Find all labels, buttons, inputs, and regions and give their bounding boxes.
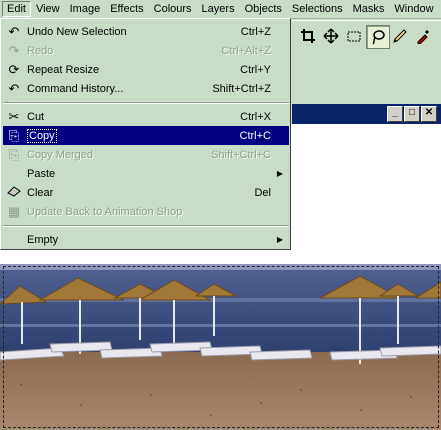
menu-objects[interactable]: Objects bbox=[240, 1, 287, 17]
undo-icon: ↶ bbox=[8, 23, 20, 39]
selection-icon[interactable] bbox=[343, 25, 365, 47]
menu-item-update-animation-shop: ▦ Update Back to Animation Shop bbox=[3, 202, 289, 221]
close-icon[interactable]: ✕ bbox=[421, 106, 437, 122]
menu-edit[interactable]: Edit bbox=[2, 1, 31, 17]
copy-icon: ⎘ bbox=[8, 127, 20, 143]
submenu-arrow-icon: ▶ bbox=[276, 235, 283, 244]
menu-item-command-history[interactable]: ↶ Command History... Shift+Ctrl+Z bbox=[3, 79, 289, 98]
menu-item-copy[interactable]: ⎘ Copy Ctrl+C bbox=[3, 126, 289, 145]
menu-item-copy-merged: ⎘ Copy Merged Shift+Ctrl+C bbox=[3, 145, 289, 164]
menu-item-paste[interactable]: Paste ▶ bbox=[3, 164, 289, 183]
copy-merged-icon: ⎘ bbox=[8, 146, 20, 162]
menu-item-empty[interactable]: Empty ▶ bbox=[3, 230, 289, 249]
tools-toolbar bbox=[292, 20, 441, 51]
menu-colours[interactable]: Colours bbox=[149, 1, 197, 17]
scissors-icon: ✂ bbox=[8, 108, 20, 124]
edit-menu-dropdown: ↶ Undo New Selection Ctrl+Z ↷ Redo Ctrl+… bbox=[0, 18, 291, 250]
animation-shop-icon: ▦ bbox=[7, 203, 21, 219]
pen-icon[interactable] bbox=[389, 25, 411, 47]
menu-item-repeat[interactable]: ⟳ Repeat Resize Ctrl+Y bbox=[3, 60, 289, 79]
repeat-icon: ⟳ bbox=[8, 61, 20, 77]
history-icon: ↶ bbox=[8, 80, 20, 96]
menu-view[interactable]: View bbox=[31, 1, 65, 17]
menu-masks[interactable]: Masks bbox=[348, 1, 390, 17]
menu-image[interactable]: Image bbox=[65, 1, 106, 17]
menu-layers[interactable]: Layers bbox=[197, 1, 240, 17]
crop-icon[interactable] bbox=[297, 25, 319, 47]
menu-item-cut[interactable]: ✂ Cut Ctrl+X bbox=[3, 107, 289, 126]
menu-item-undo[interactable]: ↶ Undo New Selection Ctrl+Z bbox=[3, 22, 289, 41]
menu-separator bbox=[3, 225, 289, 227]
dropper-icon[interactable] bbox=[412, 25, 434, 47]
eraser-icon bbox=[3, 185, 25, 200]
maximize-icon[interactable]: □ bbox=[404, 106, 420, 122]
menu-selections[interactable]: Selections bbox=[287, 1, 348, 17]
submenu-arrow-icon: ▶ bbox=[276, 169, 283, 178]
minimize-icon[interactable]: _ bbox=[387, 106, 403, 122]
freehand-icon[interactable] bbox=[366, 25, 390, 49]
menu-window[interactable]: Window bbox=[389, 1, 438, 17]
redo-icon: ↷ bbox=[8, 42, 20, 58]
move-icon[interactable] bbox=[320, 25, 342, 47]
menu-item-redo: ↷ Redo Ctrl+Alt+Z bbox=[3, 41, 289, 60]
menu-item-clear[interactable]: Clear Del bbox=[3, 183, 289, 202]
menu-effects[interactable]: Effects bbox=[105, 1, 148, 17]
image-window-titlebar: _ □ ✕ bbox=[292, 104, 441, 124]
menu-bar: Edit View Image Effects Colours Layers O… bbox=[0, 0, 441, 19]
menu-separator bbox=[3, 102, 289, 104]
beach-photo bbox=[0, 264, 441, 430]
